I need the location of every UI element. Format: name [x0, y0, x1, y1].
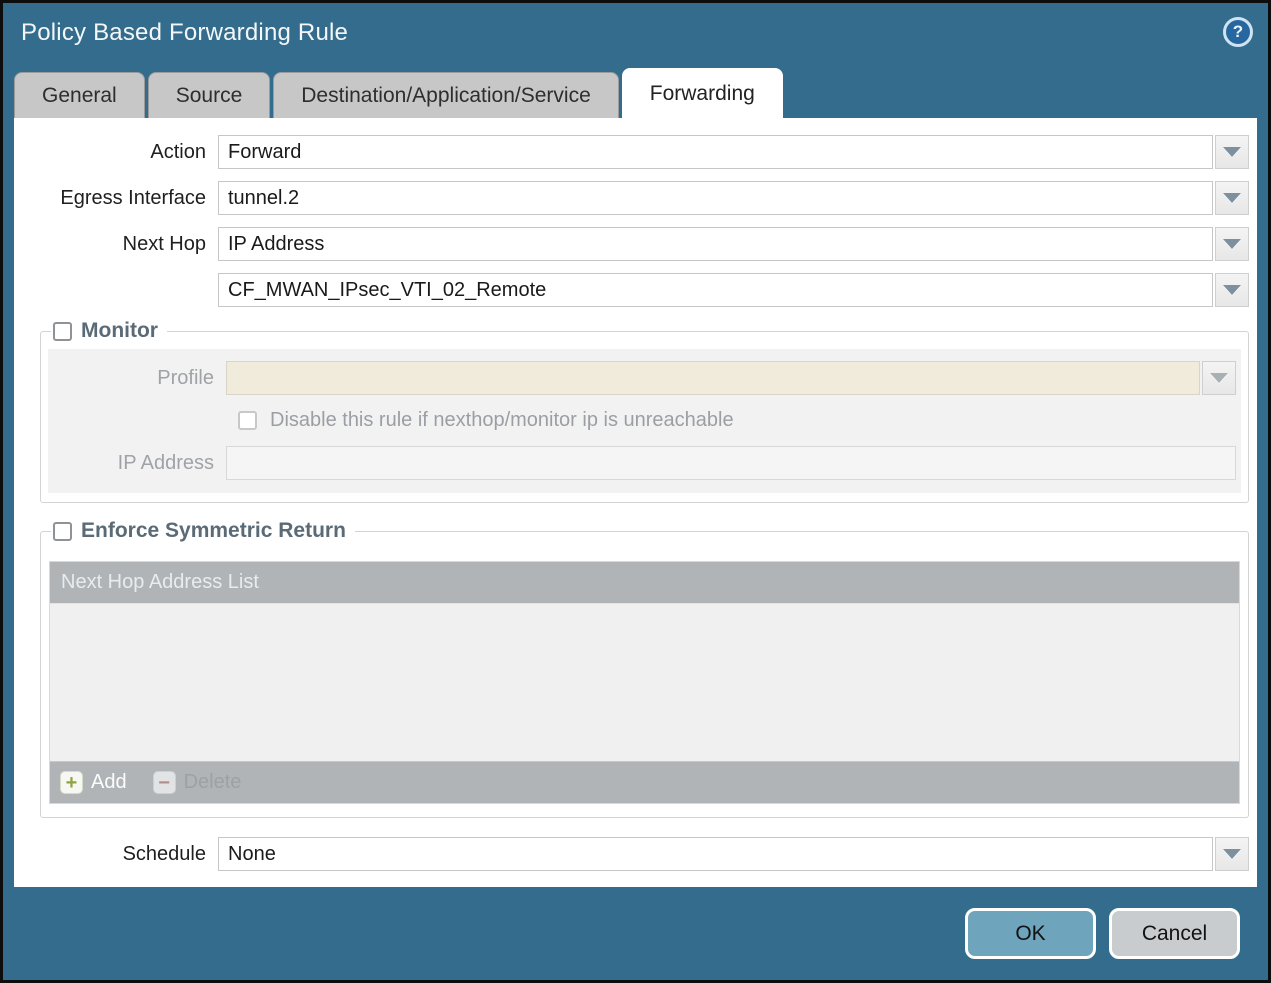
- action-select[interactable]: Forward: [218, 135, 1213, 169]
- profile-label: Profile: [48, 367, 226, 390]
- next-hop-dropdown-button[interactable]: [1215, 227, 1249, 261]
- tab-source[interactable]: Source: [148, 72, 271, 118]
- monitor-legend: Monitor: [51, 319, 167, 343]
- chevron-down-icon: [1223, 285, 1241, 295]
- chevron-down-icon: [1210, 373, 1228, 383]
- pbf-rule-dialog: Policy Based Forwarding Rule ? General S…: [0, 0, 1271, 983]
- profile-select: [226, 361, 1200, 395]
- help-glyph: ?: [1233, 22, 1243, 42]
- disable-rule-checkbox: [238, 411, 257, 430]
- chevron-down-icon: [1223, 193, 1241, 203]
- plus-icon: +: [60, 771, 83, 794]
- monitor-ip-label: IP Address: [48, 452, 226, 475]
- monitor-ip-row: IP Address: [48, 446, 1236, 480]
- action-row: Action Forward: [22, 135, 1249, 169]
- action-dropdown-button[interactable]: [1215, 135, 1249, 169]
- table-footer: + Add − Delete: [50, 761, 1239, 803]
- help-icon[interactable]: ?: [1223, 17, 1253, 47]
- disable-rule-row: Disable this rule if nexthop/monitor ip …: [238, 409, 1236, 432]
- monitor-legend-label: Monitor: [81, 319, 158, 343]
- tab-strip: General Source Destination/Application/S…: [3, 62, 1268, 118]
- next-hop-address-table: Next Hop Address List + Add − Delete: [49, 561, 1240, 804]
- schedule-dropdown-button[interactable]: [1215, 837, 1249, 871]
- forwarding-tab-panel: Action Forward Egress Interface tunnel.2…: [14, 118, 1257, 887]
- profile-dropdown-button: [1202, 361, 1236, 395]
- monitor-panel: Profile Disable this rule if nexthop/mon…: [48, 349, 1241, 493]
- table-header-label: Next Hop Address List: [61, 571, 259, 594]
- ok-button[interactable]: OK: [965, 908, 1096, 959]
- next-hop-address-row: CF_MWAN_IPsec_VTI_02_Remote: [22, 273, 1249, 307]
- table-body-empty[interactable]: [50, 603, 1239, 761]
- next-hop-type-select[interactable]: IP Address: [218, 227, 1213, 261]
- chevron-down-icon: [1223, 147, 1241, 157]
- disable-rule-label: Disable this rule if nexthop/monitor ip …: [270, 409, 734, 432]
- tab-general[interactable]: General: [14, 72, 145, 118]
- next-hop-address-dropdown-button[interactable]: [1215, 273, 1249, 307]
- egress-interface-label: Egress Interface: [22, 187, 218, 210]
- symmetric-return-legend-label: Enforce Symmetric Return: [81, 519, 346, 543]
- chevron-down-icon: [1223, 239, 1241, 249]
- cancel-button[interactable]: Cancel: [1109, 908, 1240, 959]
- tab-forwarding-label: Forwarding: [650, 82, 755, 106]
- tab-source-label: Source: [176, 84, 243, 108]
- schedule-label: Schedule: [22, 843, 218, 866]
- egress-interface-dropdown-button[interactable]: [1215, 181, 1249, 215]
- symmetric-return-legend: Enforce Symmetric Return: [51, 519, 355, 543]
- egress-interface-row: Egress Interface tunnel.2: [22, 181, 1249, 215]
- add-button[interactable]: + Add: [60, 771, 127, 794]
- delete-button: − Delete: [153, 771, 242, 794]
- symmetric-return-fieldset: Enforce Symmetric Return Next Hop Addres…: [40, 519, 1249, 818]
- monitor-fieldset: Monitor Profile Disable this rule if nex…: [40, 319, 1249, 503]
- delete-button-label: Delete: [184, 771, 242, 794]
- egress-interface-select[interactable]: tunnel.2: [218, 181, 1213, 215]
- next-hop-row: Next Hop IP Address: [22, 227, 1249, 261]
- dialog-titlebar: Policy Based Forwarding Rule ?: [3, 3, 1268, 62]
- table-header: Next Hop Address List: [50, 562, 1239, 603]
- tab-forwarding[interactable]: Forwarding: [622, 68, 783, 118]
- dialog-title: Policy Based Forwarding Rule: [21, 19, 348, 47]
- tab-general-label: General: [42, 84, 117, 108]
- profile-row: Profile: [48, 361, 1236, 395]
- next-hop-label: Next Hop: [22, 233, 218, 256]
- schedule-select[interactable]: None: [218, 837, 1213, 871]
- tab-destination-application-service[interactable]: Destination/Application/Service: [273, 72, 619, 118]
- tab-destination-label: Destination/Application/Service: [301, 84, 591, 108]
- minus-icon: −: [153, 771, 176, 794]
- symmetric-return-checkbox[interactable]: [53, 522, 72, 541]
- monitor-checkbox[interactable]: [53, 322, 72, 341]
- add-button-label: Add: [91, 771, 127, 794]
- schedule-row: Schedule None: [22, 837, 1249, 871]
- dialog-footer: OK Cancel: [3, 887, 1268, 980]
- chevron-down-icon: [1223, 849, 1241, 859]
- next-hop-address-select[interactable]: CF_MWAN_IPsec_VTI_02_Remote: [218, 273, 1213, 307]
- monitor-ip-input: [226, 446, 1236, 480]
- action-label: Action: [22, 141, 218, 164]
